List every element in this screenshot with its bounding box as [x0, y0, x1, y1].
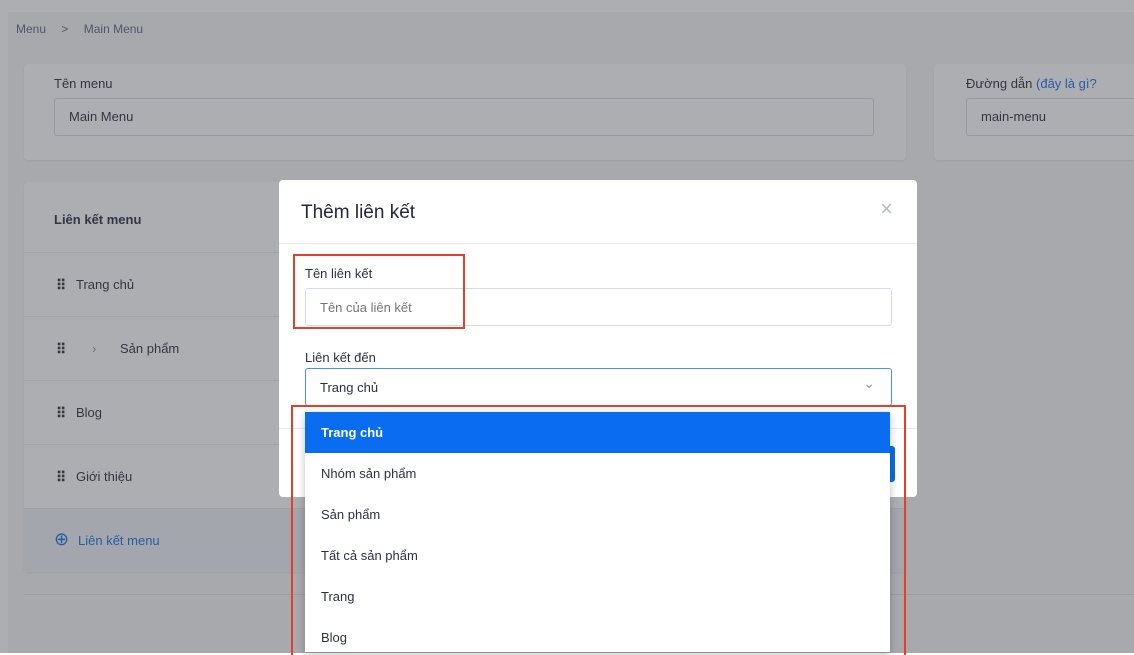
close-icon[interactable]: × [880, 196, 893, 222]
link-to-select[interactable]: Trang chủ ⌄ [305, 368, 892, 406]
highlight-link-name [293, 254, 465, 329]
modal-title: Thêm liên kết [301, 202, 416, 223]
modal-divider [279, 243, 917, 244]
chevron-down-icon[interactable]: ⌄ [863, 375, 875, 392]
link-to-label: Liên kết đến [305, 350, 376, 365]
highlight-dropdown [291, 405, 906, 655]
link-to-value: Trang chủ [320, 380, 379, 395]
